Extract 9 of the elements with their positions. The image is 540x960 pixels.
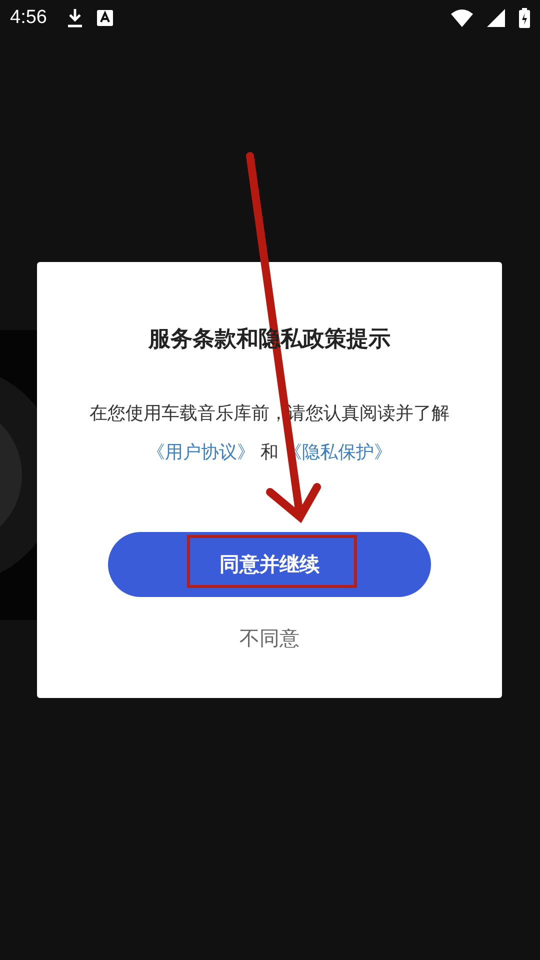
agreement-link[interactable]: 《用户协议》 xyxy=(146,442,255,463)
agree-button[interactable]: 同意并继续 xyxy=(108,532,431,597)
status-time: 4:56 xyxy=(10,7,47,29)
battery-charging-icon xyxy=(519,8,530,28)
font-icon xyxy=(96,10,113,26)
disagree-button[interactable]: 不同意 xyxy=(236,621,304,656)
wifi-icon xyxy=(451,9,473,27)
signal-icon xyxy=(487,9,505,27)
download-icon xyxy=(66,8,83,28)
